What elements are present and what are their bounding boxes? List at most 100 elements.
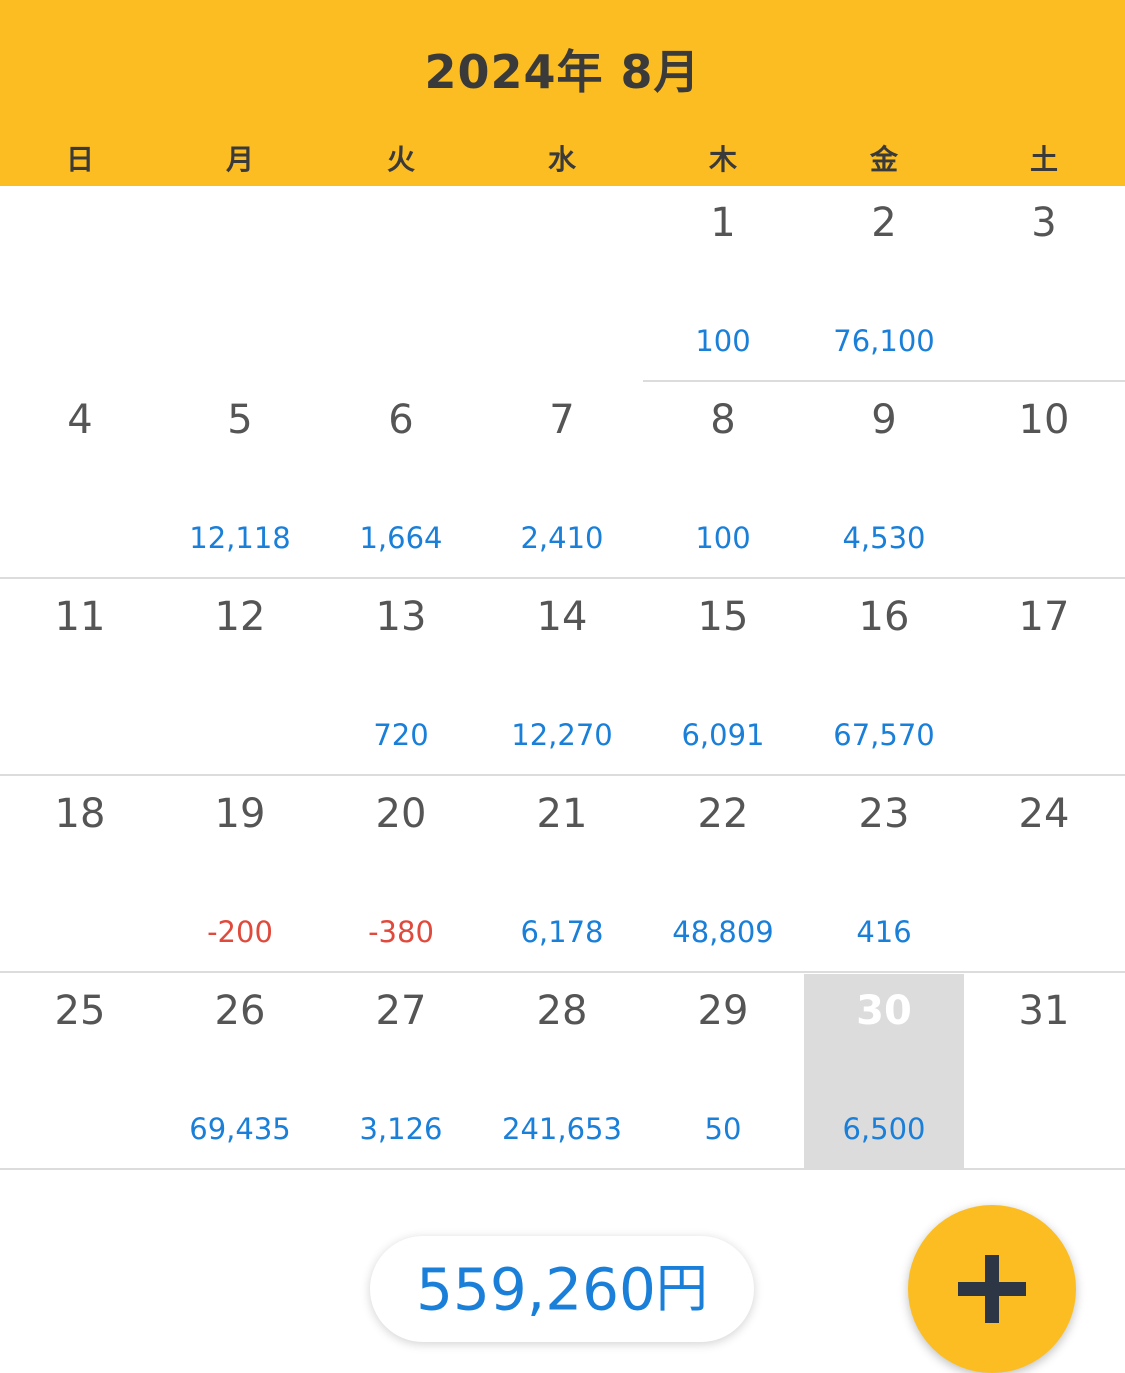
day-amount: 4,530 — [842, 521, 926, 555]
day-number: 18 — [54, 791, 106, 837]
day-cell-17[interactable]: 17 — [964, 580, 1124, 775]
day-number: 2 — [871, 200, 897, 246]
day-number: 30 — [856, 988, 912, 1034]
day-number: 1 — [710, 200, 736, 246]
day-number: 29 — [697, 988, 749, 1034]
day-cell-empty — [160, 186, 320, 381]
day-amount: 69,435 — [189, 1112, 291, 1146]
day-amount: 3,126 — [359, 1112, 443, 1146]
day-cell-16[interactable]: 16 67,570 — [804, 580, 964, 775]
day-cell-29[interactable]: 29 50 — [643, 974, 803, 1169]
day-cell-31[interactable]: 31 — [964, 974, 1124, 1169]
day-number: 3 — [1031, 200, 1057, 246]
day-cell-14[interactable]: 14 12,270 — [482, 580, 642, 775]
day-cell-empty — [482, 186, 642, 381]
day-number: 15 — [697, 594, 749, 640]
day-number: 5 — [227, 397, 253, 443]
weekday-mon: 月 — [225, 143, 254, 176]
day-cell-23[interactable]: 23 416 — [804, 777, 964, 972]
day-amount: 416 — [856, 915, 912, 949]
day-amount: 720 — [373, 718, 429, 752]
month-total-value: 559,260 — [416, 1255, 656, 1324]
day-number: 13 — [375, 594, 427, 640]
weekday-wed: 水 — [547, 143, 576, 176]
day-cell-21[interactable]: 21 6,178 — [482, 777, 642, 972]
row-divider — [0, 1168, 1125, 1170]
day-cell-25[interactable]: 25 — [0, 974, 160, 1169]
row-divider — [0, 774, 1125, 776]
day-number: 14 — [536, 594, 588, 640]
day-cell-6[interactable]: 6 1,664 — [321, 383, 481, 578]
calendar-grid: 1 100 2 76,100 3 4 5 12,118 6 1,664 7 2,410 8 100 9 4,5… — [0, 186, 1125, 1170]
day-amount: 100 — [695, 324, 751, 358]
day-cell-30[interactable]: 30 6,500 — [804, 974, 964, 1169]
day-cell-4[interactable]: 4 — [0, 383, 160, 578]
day-amount: 6,500 — [842, 1112, 926, 1146]
day-cell-9[interactable]: 9 4,530 — [804, 383, 964, 578]
day-number: 24 — [1018, 791, 1070, 837]
day-amount: 12,270 — [511, 718, 613, 752]
day-cell-3[interactable]: 3 — [964, 186, 1124, 381]
row-divider — [0, 577, 1125, 579]
day-cell-13[interactable]: 13 720 — [321, 580, 481, 775]
day-cell-1[interactable]: 1 100 — [643, 186, 803, 381]
day-amount: -200 — [207, 915, 273, 949]
day-amount: 12,118 — [189, 521, 291, 555]
month-total-unit: 円 — [655, 1259, 708, 1320]
day-cell-2[interactable]: 2 76,100 — [804, 186, 964, 381]
day-number: 22 — [697, 791, 749, 837]
weekday-row: 日 月 火 水 木 金 土 — [0, 138, 1125, 182]
day-number: 23 — [858, 791, 910, 837]
month-title[interactable]: 2024年 8月 — [0, 36, 1125, 102]
month-total[interactable]: 559,260円 — [370, 1236, 754, 1342]
day-number: 28 — [536, 988, 588, 1034]
day-number: 21 — [536, 791, 588, 837]
day-cell-7[interactable]: 7 2,410 — [482, 383, 642, 578]
day-cell-28[interactable]: 28 241,653 — [482, 974, 642, 1169]
add-entry-button[interactable] — [908, 1205, 1076, 1373]
day-number: 17 — [1018, 594, 1070, 640]
day-number: 6 — [388, 397, 414, 443]
row-divider — [643, 380, 1125, 382]
weekday-thu: 木 — [708, 143, 737, 176]
day-cell-10[interactable]: 10 — [964, 383, 1124, 578]
day-cell-15[interactable]: 15 6,091 — [643, 580, 803, 775]
day-amount: 48,809 — [672, 915, 774, 949]
day-cell-24[interactable]: 24 — [964, 777, 1124, 972]
weekday-sun: 日 — [65, 143, 94, 176]
day-number: 12 — [214, 594, 266, 640]
weekday-tue: 火 — [386, 143, 415, 176]
day-cell-26[interactable]: 26 69,435 — [160, 974, 320, 1169]
day-number: 4 — [67, 397, 93, 443]
day-number: 26 — [214, 988, 266, 1034]
day-amount: 100 — [695, 521, 751, 555]
day-number: 10 — [1018, 397, 1070, 443]
day-cell-5[interactable]: 5 12,118 — [160, 383, 320, 578]
day-amount: 2,410 — [520, 521, 604, 555]
calendar-header: 2024年 8月 日 月 火 水 木 金 土 — [0, 0, 1125, 186]
day-amount: 6,091 — [681, 718, 765, 752]
day-amount: 67,570 — [833, 718, 935, 752]
day-number: 7 — [549, 397, 575, 443]
day-amount: 50 — [704, 1112, 742, 1146]
day-number: 20 — [375, 791, 427, 837]
day-cell-11[interactable]: 11 — [0, 580, 160, 775]
day-cell-empty — [0, 186, 160, 381]
day-cell-20[interactable]: 20 -380 — [321, 777, 481, 972]
day-cell-19[interactable]: 19 -200 — [160, 777, 320, 972]
day-amount: 241,653 — [502, 1112, 622, 1146]
day-cell-27[interactable]: 27 3,126 — [321, 974, 481, 1169]
day-cell-8[interactable]: 8 100 — [643, 383, 803, 578]
day-number: 11 — [54, 594, 106, 640]
day-cell-18[interactable]: 18 — [0, 777, 160, 972]
row-divider — [0, 971, 1125, 973]
day-number: 8 — [710, 397, 736, 443]
day-cell-22[interactable]: 22 48,809 — [643, 777, 803, 972]
weekday-sat: 土 — [1029, 143, 1058, 176]
day-number: 19 — [214, 791, 266, 837]
day-amount: -380 — [368, 915, 434, 949]
day-number: 16 — [858, 594, 910, 640]
day-cell-12[interactable]: 12 — [160, 580, 320, 775]
weekday-fri: 金 — [869, 143, 898, 176]
day-cell-empty — [321, 186, 481, 381]
